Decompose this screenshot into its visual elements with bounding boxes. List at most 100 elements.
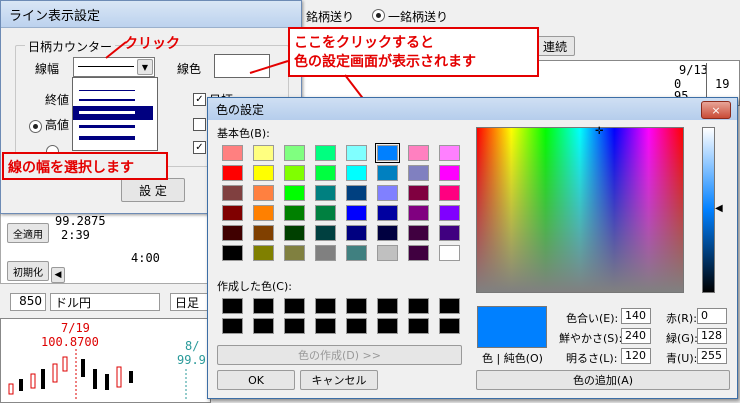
timeframe-field[interactable]: 日足	[170, 293, 208, 311]
basic-color-swatch[interactable]	[284, 165, 305, 181]
check-2[interactable]	[193, 118, 206, 131]
hue-label: 色合い(E):	[566, 312, 619, 325]
basic-color-swatch[interactable]	[439, 225, 460, 241]
basic-color-swatch[interactable]	[315, 245, 336, 261]
basic-color-swatch[interactable]	[346, 165, 367, 181]
radio-close[interactable]	[29, 120, 42, 133]
check-3[interactable]: ✓	[193, 141, 206, 154]
basic-color-swatch[interactable]	[377, 225, 398, 241]
custom-color-swatch[interactable]	[346, 298, 367, 314]
lum-field[interactable]: 120	[621, 348, 651, 364]
line-width-dropdown[interactable]	[72, 77, 158, 151]
custom-color-swatch[interactable]	[315, 318, 336, 334]
basic-color-swatch[interactable]	[346, 225, 367, 241]
line-width-option-5[interactable]	[79, 136, 135, 140]
sat-field[interactable]: 240	[621, 328, 651, 344]
basic-color-swatch[interactable]	[346, 245, 367, 261]
basic-color-swatch[interactable]	[315, 205, 336, 221]
set-button[interactable]: 設 定	[121, 178, 185, 202]
custom-color-swatch[interactable]	[408, 298, 429, 314]
custom-color-swatch[interactable]	[284, 318, 305, 334]
custom-color-swatch[interactable]	[222, 318, 243, 334]
basic-color-swatch[interactable]	[253, 225, 274, 241]
basic-color-swatch[interactable]	[315, 145, 336, 161]
basic-color-swatch[interactable]	[439, 145, 460, 161]
luminance-slider[interactable]	[702, 127, 715, 293]
custom-color-swatch[interactable]	[439, 318, 460, 334]
symbol-code-field[interactable]: 850	[10, 293, 46, 311]
custom-color-swatch[interactable]	[253, 318, 274, 334]
basic-color-swatch[interactable]	[253, 245, 274, 261]
basic-color-swatch[interactable]	[253, 185, 274, 201]
custom-color-swatch[interactable]	[377, 298, 398, 314]
chevron-down-icon[interactable]: ▼	[137, 59, 153, 75]
color-spectrum[interactable]: ✛	[476, 126, 684, 293]
renzoku-button[interactable]: 連続	[535, 36, 575, 56]
line-width-option-4[interactable]	[79, 125, 135, 128]
basic-color-swatch[interactable]	[408, 205, 429, 221]
line-width-option-2[interactable]	[79, 99, 135, 101]
basic-color-swatch[interactable]	[284, 245, 305, 261]
basic-color-swatch[interactable]	[346, 145, 367, 161]
line-width-option-1[interactable]	[79, 90, 135, 91]
ok-button[interactable]: OK	[217, 370, 295, 390]
basic-color-swatch[interactable]	[284, 145, 305, 161]
custom-color-swatch[interactable]	[253, 298, 274, 314]
basic-color-swatch[interactable]	[315, 165, 336, 181]
basic-color-swatch[interactable]	[377, 165, 398, 181]
basic-color-swatch[interactable]	[284, 205, 305, 221]
custom-color-swatch[interactable]	[346, 318, 367, 334]
green-field[interactable]: 128	[697, 328, 727, 344]
basic-color-swatch[interactable]	[408, 185, 429, 201]
custom-colors-label: 作成した色(C):	[217, 280, 292, 293]
init-button[interactable]: 初期化	[7, 261, 49, 281]
custom-color-swatch[interactable]	[377, 318, 398, 334]
blue-field[interactable]: 255	[697, 348, 727, 364]
basic-color-swatch[interactable]	[408, 245, 429, 261]
basic-color-swatch[interactable]	[315, 225, 336, 241]
basic-color-swatch[interactable]	[439, 245, 460, 261]
basic-color-swatch[interactable]	[222, 205, 243, 221]
luminance-arrow-icon[interactable]: ◀	[715, 203, 723, 214]
basic-color-swatch[interactable]	[222, 185, 243, 201]
close-icon[interactable]: ×	[701, 101, 731, 119]
basic-color-swatch[interactable]	[222, 225, 243, 241]
basic-color-swatch[interactable]	[439, 205, 460, 221]
hue-field[interactable]: 140	[621, 308, 651, 324]
basic-color-swatch[interactable]	[315, 185, 336, 201]
custom-color-swatch[interactable]	[439, 298, 460, 314]
basic-color-swatch[interactable]	[222, 245, 243, 261]
basic-color-swatch[interactable]	[377, 245, 398, 261]
basic-color-swatch[interactable]	[439, 185, 460, 201]
line-width-label: 線幅	[35, 62, 60, 76]
basic-color-swatch[interactable]	[253, 205, 274, 221]
basic-color-swatch[interactable]	[222, 145, 243, 161]
basic-color-swatch[interactable]	[375, 143, 400, 163]
cancel-button[interactable]: キャンセル	[300, 370, 378, 390]
add-color-button[interactable]: 色の追加(A)	[476, 370, 730, 390]
line-width-option-3-selected[interactable]	[73, 106, 153, 120]
apply-all-button[interactable]: 全適用	[7, 223, 49, 243]
basic-color-swatch[interactable]	[253, 165, 274, 181]
custom-color-swatch[interactable]	[222, 298, 243, 314]
basic-color-swatch[interactable]	[346, 205, 367, 221]
basic-color-swatch[interactable]	[346, 185, 367, 201]
basic-color-swatch[interactable]	[284, 185, 305, 201]
basic-color-swatch[interactable]	[253, 145, 274, 161]
basic-color-swatch[interactable]	[408, 225, 429, 241]
custom-color-swatch[interactable]	[315, 298, 336, 314]
custom-color-swatch[interactable]	[408, 318, 429, 334]
basic-color-swatch[interactable]	[222, 165, 243, 181]
scroll-left-icon[interactable]: ◀	[51, 267, 65, 283]
basic-color-swatch[interactable]	[377, 205, 398, 221]
basic-color-swatch[interactable]	[439, 165, 460, 181]
radio-ichimeigara[interactable]	[372, 9, 385, 22]
basic-color-swatch[interactable]	[284, 225, 305, 241]
basic-color-swatch[interactable]	[408, 145, 429, 161]
basic-color-swatch[interactable]	[408, 165, 429, 181]
check-hibara[interactable]: ✓	[193, 93, 206, 106]
custom-color-swatch[interactable]	[284, 298, 305, 314]
red-field[interactable]: 0	[697, 308, 727, 324]
symbol-name-field[interactable]: ドル円	[50, 293, 160, 311]
basic-color-swatch[interactable]	[377, 185, 398, 201]
